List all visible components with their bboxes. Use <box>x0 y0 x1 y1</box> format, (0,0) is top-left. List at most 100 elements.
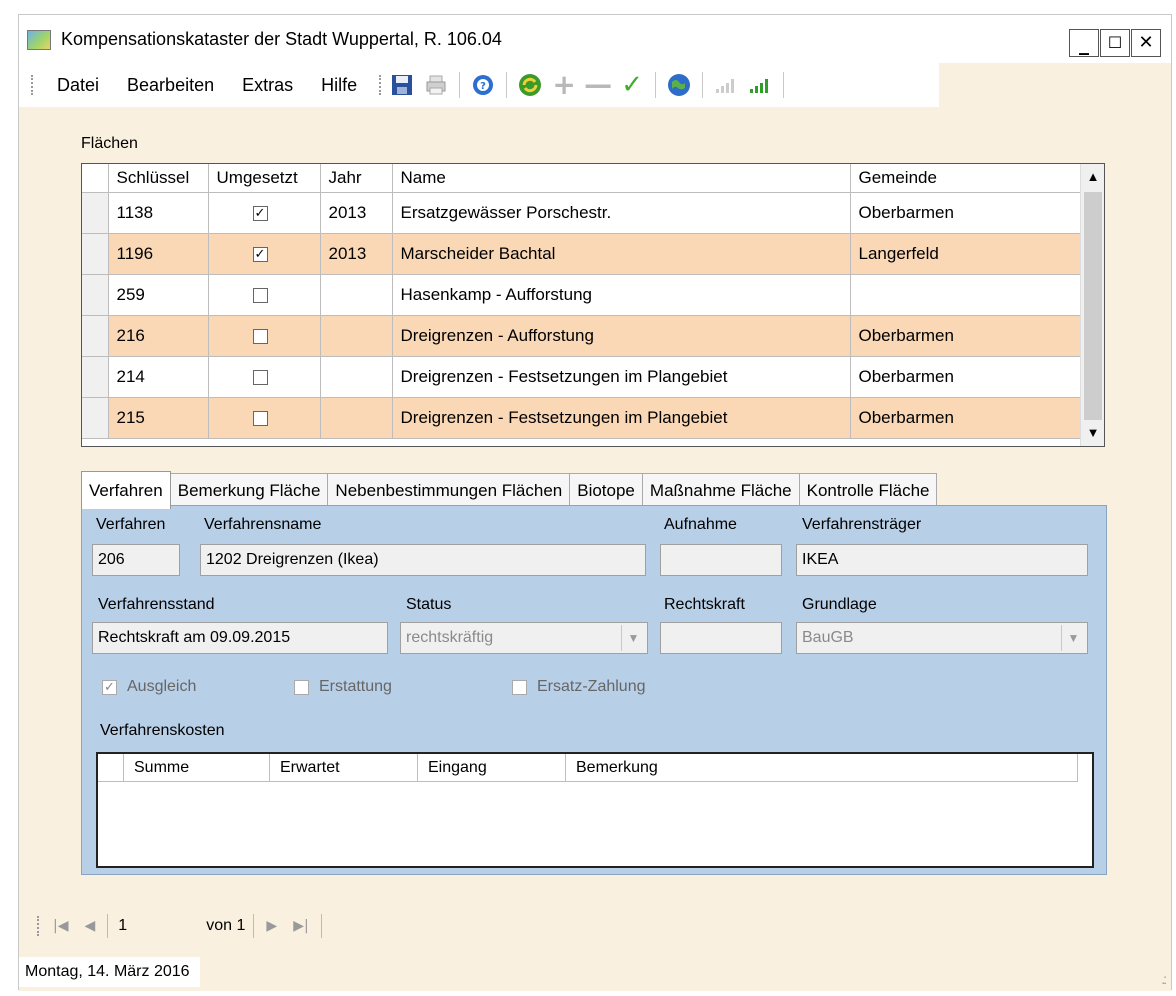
print-icon[interactable] <box>423 72 449 98</box>
table-row[interactable]: 1138 ✓ 2013 Ersatzgewässer Porschestr. O… <box>82 192 1080 234</box>
umgesetzt-checkbox[interactable]: ✓ <box>252 205 268 221</box>
menu-bearbeiten[interactable]: Bearbeiten <box>113 75 228 96</box>
erstattung-checkbox-row[interactable]: Erstattung <box>294 678 392 696</box>
cell-umgesetzt[interactable] <box>208 315 321 357</box>
first-record-icon[interactable]: |◀ <box>45 918 76 934</box>
cell-schluessel[interactable]: 1196 <box>108 233 209 275</box>
cell-schluessel[interactable]: 259 <box>108 274 209 316</box>
ausgleich-checkbox[interactable]: ✓ <box>102 679 117 695</box>
table-row[interactable]: 216 Dreigrenzen - Aufforstung Oberbarmen <box>82 315 1080 357</box>
menu-extras[interactable]: Extras <box>228 75 307 96</box>
cell-gemeinde[interactable]: Langerfeld <box>850 233 1080 275</box>
cell-jahr[interactable]: 2013 <box>320 192 393 234</box>
cell-schluessel[interactable]: 1138 <box>108 192 209 234</box>
table-row[interactable]: 1196 ✓ 2013 Marscheider Bachtal Langerfe… <box>82 233 1080 275</box>
cell-gemeinde[interactable]: Oberbarmen <box>850 315 1080 357</box>
help-icon[interactable]: ? <box>470 72 496 98</box>
cell-name[interactable]: Dreigrenzen - Festsetzungen im Plangebie… <box>392 397 851 439</box>
col-header-gemeinde[interactable]: Gemeinde <box>850 164 1080 193</box>
next-record-icon[interactable]: ▶ <box>258 918 285 934</box>
previous-record-icon[interactable]: ◀ <box>76 918 103 934</box>
signal-weak-icon[interactable] <box>713 72 739 98</box>
save-icon[interactable] <box>389 72 415 98</box>
tab-kontrolle-flaeche[interactable]: Kontrolle Fläche <box>798 473 938 507</box>
verfahrenstraeger-field[interactable]: IKEA <box>796 544 1088 576</box>
grundlage-dropdown[interactable]: BauGB ▼ <box>796 622 1088 654</box>
col-header-eingang[interactable]: Eingang <box>418 754 566 781</box>
cell-name[interactable]: Marscheider Bachtal <box>392 233 851 275</box>
cell-gemeinde[interactable]: Oberbarmen <box>850 356 1080 398</box>
signal-strong-icon[interactable] <box>747 72 773 98</box>
tab-nebenbestimmungen[interactable]: Nebenbestimmungen Flächen <box>327 473 571 507</box>
row-header[interactable] <box>82 397 109 439</box>
tab-bemerkung-flaeche[interactable]: Bemerkung Fläche <box>169 473 329 507</box>
globe-icon[interactable] <box>666 72 692 98</box>
minimize-button[interactable]: _ <box>1069 29 1099 57</box>
navigator-grip[interactable] <box>37 916 39 936</box>
col-header-bemerkung[interactable]: Bemerkung <box>566 754 1078 781</box>
grid-scrollbar[interactable]: ▲ ▼ <box>1080 164 1104 446</box>
confirm-icon[interactable]: ✓ <box>619 72 645 98</box>
chevron-down-icon[interactable]: ▼ <box>621 625 645 651</box>
cell-gemeinde[interactable] <box>850 274 1080 316</box>
cell-jahr[interactable] <box>320 397 393 439</box>
resize-grip-icon[interactable]: .: <box>1161 971 1167 987</box>
umgesetzt-checkbox[interactable]: ✓ <box>252 246 268 262</box>
cell-name[interactable]: Ersatzgewässer Porschestr. <box>392 192 851 234</box>
col-header-erwartet[interactable]: Erwartet <box>270 754 418 781</box>
umgesetzt-checkbox[interactable] <box>252 328 268 344</box>
row-header[interactable] <box>82 192 109 234</box>
table-row[interactable]: 214 Dreigrenzen - Festsetzungen im Plang… <box>82 356 1080 398</box>
row-header[interactable] <box>82 356 109 398</box>
chevron-down-icon[interactable]: ▼ <box>1061 625 1085 651</box>
cell-umgesetzt[interactable] <box>208 356 321 398</box>
aufnahme-field[interactable] <box>660 544 782 576</box>
last-record-icon[interactable]: ▶| <box>285 918 316 934</box>
verfahrensname-field[interactable]: 1202 Dreigrenzen (Ikea) <box>200 544 646 576</box>
cell-umgesetzt[interactable]: ✓ <box>208 192 321 234</box>
cell-jahr[interactable] <box>320 274 393 316</box>
cell-umgesetzt[interactable]: ✓ <box>208 233 321 275</box>
cell-umgesetzt[interactable] <box>208 397 321 439</box>
umgesetzt-checkbox[interactable] <box>252 369 268 385</box>
remove-icon[interactable]: — <box>584 71 612 99</box>
col-header-umgesetzt[interactable]: Umgesetzt <box>208 164 321 193</box>
umgesetzt-checkbox[interactable] <box>252 410 268 426</box>
row-header[interactable] <box>82 233 109 275</box>
row-header[interactable] <box>82 315 109 357</box>
ersatz-zahlung-checkbox[interactable] <box>512 679 527 695</box>
umgesetzt-checkbox[interactable] <box>252 287 268 303</box>
refresh-icon[interactable] <box>517 72 543 98</box>
tab-biotope[interactable]: Biotope <box>569 473 643 507</box>
status-dropdown[interactable]: rechtskräftig ▼ <box>400 622 648 654</box>
scroll-up-icon[interactable]: ▲ <box>1081 164 1105 190</box>
ausgleich-checkbox-row[interactable]: ✓ Ausgleich <box>102 678 196 696</box>
cell-schluessel[interactable]: 216 <box>108 315 209 357</box>
cell-name[interactable]: Hasenkamp - Aufforstung <box>392 274 851 316</box>
col-header-name[interactable]: Name <box>392 164 851 193</box>
cell-schluessel[interactable]: 214 <box>108 356 209 398</box>
erstattung-checkbox[interactable] <box>294 679 309 695</box>
cell-jahr[interactable] <box>320 356 393 398</box>
table-row[interactable]: 259 Hasenkamp - Aufforstung <box>82 274 1080 316</box>
maximize-button[interactable]: ☐ <box>1100 29 1130 57</box>
scroll-thumb[interactable] <box>1084 192 1102 420</box>
verfahren-field[interactable]: 206 <box>92 544 180 576</box>
cell-jahr[interactable] <box>320 315 393 357</box>
toolbar-grip[interactable] <box>379 75 382 95</box>
col-header-jahr[interactable]: Jahr <box>320 164 393 193</box>
position-input[interactable]: 1 <box>112 917 202 935</box>
menu-grip[interactable] <box>31 75 33 95</box>
col-header-summe[interactable]: Summe <box>124 754 270 781</box>
menu-datei[interactable]: Datei <box>43 75 113 96</box>
add-icon[interactable]: + <box>551 71 577 99</box>
rechtskraft-field[interactable] <box>660 622 782 654</box>
cell-name[interactable]: Dreigrenzen - Aufforstung <box>392 315 851 357</box>
col-header-schluessel[interactable]: Schlüssel <box>108 164 209 193</box>
cell-gemeinde[interactable]: Oberbarmen <box>850 192 1080 234</box>
cell-gemeinde[interactable]: Oberbarmen <box>850 397 1080 439</box>
table-row[interactable]: 215 Dreigrenzen - Festsetzungen im Plang… <box>82 397 1080 439</box>
verfahrensstand-field[interactable]: Rechtskraft am 09.09.2015 <box>92 622 388 654</box>
tab-massnahme-flaeche[interactable]: Maßnahme Fläche <box>641 473 800 507</box>
ersatz-zahlung-checkbox-row[interactable]: Ersatz-Zahlung <box>512 678 646 696</box>
